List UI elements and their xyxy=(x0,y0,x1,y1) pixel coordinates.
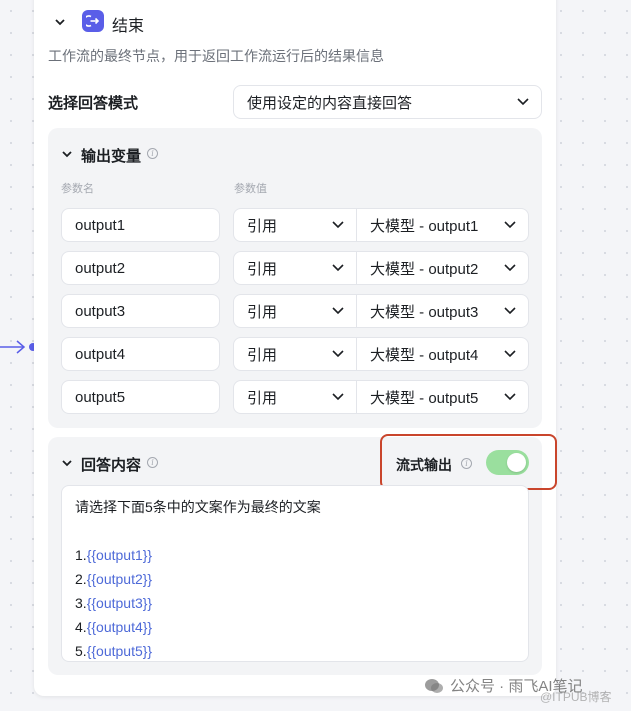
ref-value-text: 大模型 - output5 xyxy=(370,389,479,407)
info-icon[interactable]: i xyxy=(461,458,472,469)
chevron-down-icon xyxy=(332,264,344,272)
chevron-down-icon xyxy=(332,221,344,229)
watermark-sub: @ITPUB博客 xyxy=(540,690,612,704)
param-value-group: 引用 大模型 - output4 xyxy=(233,337,529,371)
ref-type-select[interactable]: 引用 xyxy=(234,381,357,413)
info-icon[interactable]: i xyxy=(147,457,158,468)
ref-value-select[interactable]: 大模型 - output2 xyxy=(357,252,528,284)
answer-item: 1.{{output1}} xyxy=(75,547,153,563)
answer-mode-label: 选择回答模式 xyxy=(48,95,139,112)
output-variables-title: 输出变量 xyxy=(81,148,142,165)
ref-value-select[interactable]: 大模型 - output1 xyxy=(357,209,528,241)
param-name-value: output3 xyxy=(75,302,126,320)
chevron-down-icon xyxy=(504,393,516,401)
wechat-icon xyxy=(425,678,443,693)
answer-intro: 请选择下面5条中的文案作为最终的文案 xyxy=(75,499,321,515)
answer-item: 4.{{output4}} xyxy=(75,619,153,635)
section-collapse-icon[interactable] xyxy=(61,457,73,469)
param-name-value: output5 xyxy=(75,388,126,406)
variable-reference: {{output5}} xyxy=(86,643,153,659)
ref-type-value: 引用 xyxy=(247,389,278,407)
ref-type-select[interactable]: 引用 xyxy=(234,338,357,370)
variable-reference: {{output1}} xyxy=(86,547,153,563)
exit-node-icon xyxy=(82,10,104,32)
collapse-chevron-icon[interactable] xyxy=(54,16,66,28)
param-value-group: 引用 大模型 - output3 xyxy=(233,294,529,328)
ref-type-value: 引用 xyxy=(247,346,278,364)
param-name-input[interactable]: output5 xyxy=(61,380,220,414)
variable-reference: {{output4}} xyxy=(86,619,153,635)
param-value-group: 引用 大模型 - output2 xyxy=(233,251,529,285)
ref-type-select[interactable]: 引用 xyxy=(234,295,357,327)
ref-value-text: 大模型 - output1 xyxy=(370,217,479,235)
ref-type-select[interactable]: 引用 xyxy=(234,252,357,284)
variable-reference: {{output2}} xyxy=(86,571,153,587)
answer-content-editor[interactable]: 请选择下面5条中的文案作为最终的文案 1.{{output1}} 2.{{out… xyxy=(61,485,529,662)
answer-content-title: 回答内容 xyxy=(81,457,142,474)
chevron-down-icon xyxy=(504,307,516,315)
variable-reference: {{output3}} xyxy=(86,595,153,611)
param-value-group: 引用 大模型 - output5 xyxy=(233,380,529,414)
chevron-down-icon xyxy=(504,350,516,358)
ref-type-value: 引用 xyxy=(247,217,278,235)
param-name-header: 参数名 xyxy=(61,183,94,195)
param-name-input[interactable]: output4 xyxy=(61,337,220,371)
answer-item: 5.{{output5}} xyxy=(75,643,153,659)
param-name-value: output1 xyxy=(75,216,126,234)
chevron-down-icon xyxy=(332,350,344,358)
ref-value-select[interactable]: 大模型 - output3 xyxy=(357,295,528,327)
param-name-input[interactable]: output3 xyxy=(61,294,220,328)
param-name-input[interactable]: output1 xyxy=(61,208,220,242)
info-icon[interactable]: i xyxy=(147,148,158,159)
ref-value-select[interactable]: 大模型 - output5 xyxy=(357,381,528,413)
ref-value-text: 大模型 - output3 xyxy=(370,303,479,321)
stream-output-label: 流式输出 xyxy=(396,457,452,473)
param-name-value: output2 xyxy=(75,259,126,277)
node-title: 结束 xyxy=(112,18,145,35)
ref-type-value: 引用 xyxy=(247,303,278,321)
ref-type-select[interactable]: 引用 xyxy=(234,209,357,241)
chevron-down-icon xyxy=(504,264,516,272)
answer-mode-select[interactable]: 使用设定的内容直接回答 xyxy=(233,85,542,119)
ref-value-text: 大模型 - output2 xyxy=(370,260,479,278)
ref-value-text: 大模型 - output4 xyxy=(370,346,479,364)
param-name-value: output4 xyxy=(75,345,126,363)
answer-item: 3.{{output3}} xyxy=(75,595,153,611)
chevron-down-icon xyxy=(517,98,529,106)
answer-item: 2.{{output2}} xyxy=(75,571,153,587)
ref-type-value: 引用 xyxy=(247,260,278,278)
toggle-knob xyxy=(507,453,526,472)
param-value-header: 参数值 xyxy=(234,183,267,195)
chevron-down-icon xyxy=(332,307,344,315)
section-collapse-icon[interactable] xyxy=(61,148,73,160)
ref-value-select[interactable]: 大模型 - output4 xyxy=(357,338,528,370)
stream-output-toggle[interactable] xyxy=(486,450,529,475)
param-name-input[interactable]: output2 xyxy=(61,251,220,285)
chevron-down-icon xyxy=(332,393,344,401)
node-description: 工作流的最终节点，用于返回工作流运行后的结果信息 xyxy=(48,48,384,64)
param-value-group: 引用 大模型 - output1 xyxy=(233,208,529,242)
chevron-down-icon xyxy=(504,221,516,229)
answer-mode-value: 使用设定的内容直接回答 xyxy=(247,94,413,112)
